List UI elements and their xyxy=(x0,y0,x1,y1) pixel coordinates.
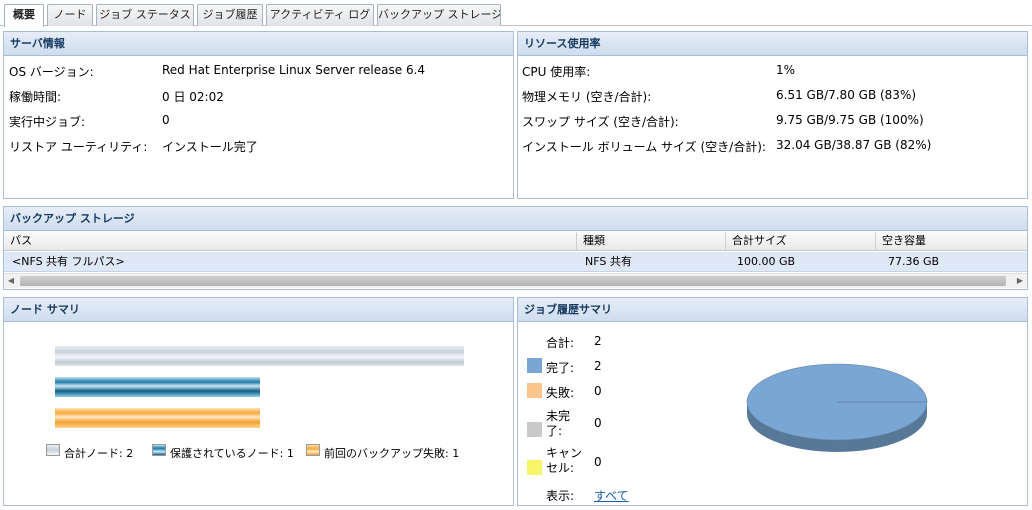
tab-nodes[interactable]: ノード xyxy=(47,4,93,26)
server-info-key: 実行中ジョブ: xyxy=(9,115,86,129)
total-value: 2 xyxy=(594,334,602,348)
tab-activity-log[interactable]: アクティビティ ログ xyxy=(266,4,374,26)
horizontal-scrollbar[interactable]: ◀ ▶ xyxy=(4,273,1027,288)
server-info-value: 0 xyxy=(162,113,170,127)
total-label: 合計: xyxy=(546,336,575,350)
job-history-title: ジョブ履歴サマリ xyxy=(518,298,1027,322)
display-label: 表示: xyxy=(546,489,575,503)
server-info-key: リストア ユーティリティ: xyxy=(9,140,148,154)
legend-swatch-failed xyxy=(527,383,542,398)
legend-swatch-protected xyxy=(152,444,166,456)
backup-storage-panel: バックアップ ストレージ パス 種類 合計サイズ 空き容量 <NFS 共有 フル… xyxy=(3,206,1028,290)
table-header: パス 種類 合計サイズ 空き容量 xyxy=(4,232,1027,251)
tab-backup-storage[interactable]: バックアップ ストレージ xyxy=(377,4,501,26)
scrollbar-thumb[interactable] xyxy=(20,276,1006,286)
job-history-panel: ジョブ履歴サマリ 合計: 2 完了: 2 失敗: 0 未完了: 0 キャンセル:… xyxy=(517,297,1028,506)
cell-path: <NFS 共有 フルパス> xyxy=(12,255,125,268)
resource-key: スワップ サイズ (空き/合計): xyxy=(522,115,679,129)
legend-last-backup-failed: 前回のバックアップ失敗: 1 xyxy=(324,447,460,460)
bar-last-backup-failed xyxy=(55,408,260,428)
resource-value: 32.04 GB/38.87 GB (82%) xyxy=(776,138,932,152)
legend-swatch-failed xyxy=(306,444,320,456)
table-row[interactable]: <NFS 共有 フルパス> NFS 共有 100.00 GB 77.36 GB xyxy=(4,252,1027,272)
legend-swatch-incomplete xyxy=(527,422,542,437)
bar-total-nodes xyxy=(55,346,464,366)
legend-swatch-completed xyxy=(527,358,542,373)
column-header-path[interactable]: パス xyxy=(4,232,577,251)
resource-value: 1% xyxy=(776,63,796,77)
tab-job-status[interactable]: ジョブ ステータス xyxy=(96,4,194,26)
legend-swatch-cancelled xyxy=(527,460,542,475)
cell-free-space: 77.36 GB xyxy=(888,255,940,268)
scroll-right-icon[interactable]: ▶ xyxy=(1013,274,1027,288)
server-info-title: サーバ情報 xyxy=(4,32,513,56)
server-info-key: 稼働時間: xyxy=(9,90,62,104)
tab-overview[interactable]: 概要 xyxy=(4,4,44,27)
resource-key: CPU 使用率: xyxy=(522,65,591,79)
server-info-value: 0 日 02:02 xyxy=(162,90,224,104)
resource-value: 6.51 GB/7.80 GB (83%) xyxy=(776,88,917,102)
legend-swatch-total xyxy=(46,444,60,456)
node-summary-panel: ノード サマリ 合計ノード: 2 保護されているノード: 1 前回のバックアップ… xyxy=(3,297,514,506)
incomplete-value: 0 xyxy=(594,416,602,430)
resource-usage-panel: リソース使用率 CPU 使用率: 1% 物理メモリ (空き/合計): 6.51 … xyxy=(517,31,1028,199)
node-summary-title: ノード サマリ xyxy=(4,298,513,322)
failed-label: 失敗: xyxy=(546,386,575,400)
bar-protected-nodes xyxy=(55,377,260,397)
server-info-value: インストール完了 xyxy=(162,140,258,154)
resource-key: インストール ボリューム サイズ (空き/合計): xyxy=(522,140,766,154)
legend-total-nodes: 合計ノード: 2 xyxy=(64,447,134,460)
scroll-left-icon[interactable]: ◀ xyxy=(4,274,18,288)
tab-job-history[interactable]: ジョブ履歴 xyxy=(197,4,263,26)
completed-label: 完了: xyxy=(546,361,575,375)
resource-usage-title: リソース使用率 xyxy=(518,32,1027,56)
job-history-pie-chart xyxy=(746,363,928,452)
backup-storage-title: バックアップ ストレージ xyxy=(4,207,1027,231)
column-header-total-size[interactable]: 合計サイズ xyxy=(726,232,876,251)
column-header-free-space[interactable]: 空き容量 xyxy=(876,232,1027,251)
resource-key: 物理メモリ (空き/合計): xyxy=(522,90,652,104)
failed-value: 0 xyxy=(594,384,602,398)
tab-bar: 概要 ノード ジョブ ステータス ジョブ履歴 アクティビティ ログ バックアップ… xyxy=(0,0,1032,27)
cell-total-size: 100.00 GB xyxy=(737,255,796,268)
incomplete-label: 未完了: xyxy=(546,409,571,438)
display-all-link[interactable]: すべて xyxy=(594,487,629,504)
cell-type: NFS 共有 xyxy=(585,255,632,268)
completed-value: 2 xyxy=(594,359,602,373)
server-info-panel: サーバ情報 OS バージョン: Red Hat Enterprise Linux… xyxy=(3,31,514,199)
legend-protected-nodes: 保護されているノード: 1 xyxy=(170,447,294,460)
resource-value: 9.75 GB/9.75 GB (100%) xyxy=(776,113,924,127)
server-info-key: OS バージョン: xyxy=(9,65,94,79)
cancelled-label: キャンセル: xyxy=(546,446,583,475)
column-header-type[interactable]: 種類 xyxy=(577,232,726,251)
server-info-value: Red Hat Enterprise Linux Server release … xyxy=(162,63,426,77)
cancelled-value: 0 xyxy=(594,455,602,469)
